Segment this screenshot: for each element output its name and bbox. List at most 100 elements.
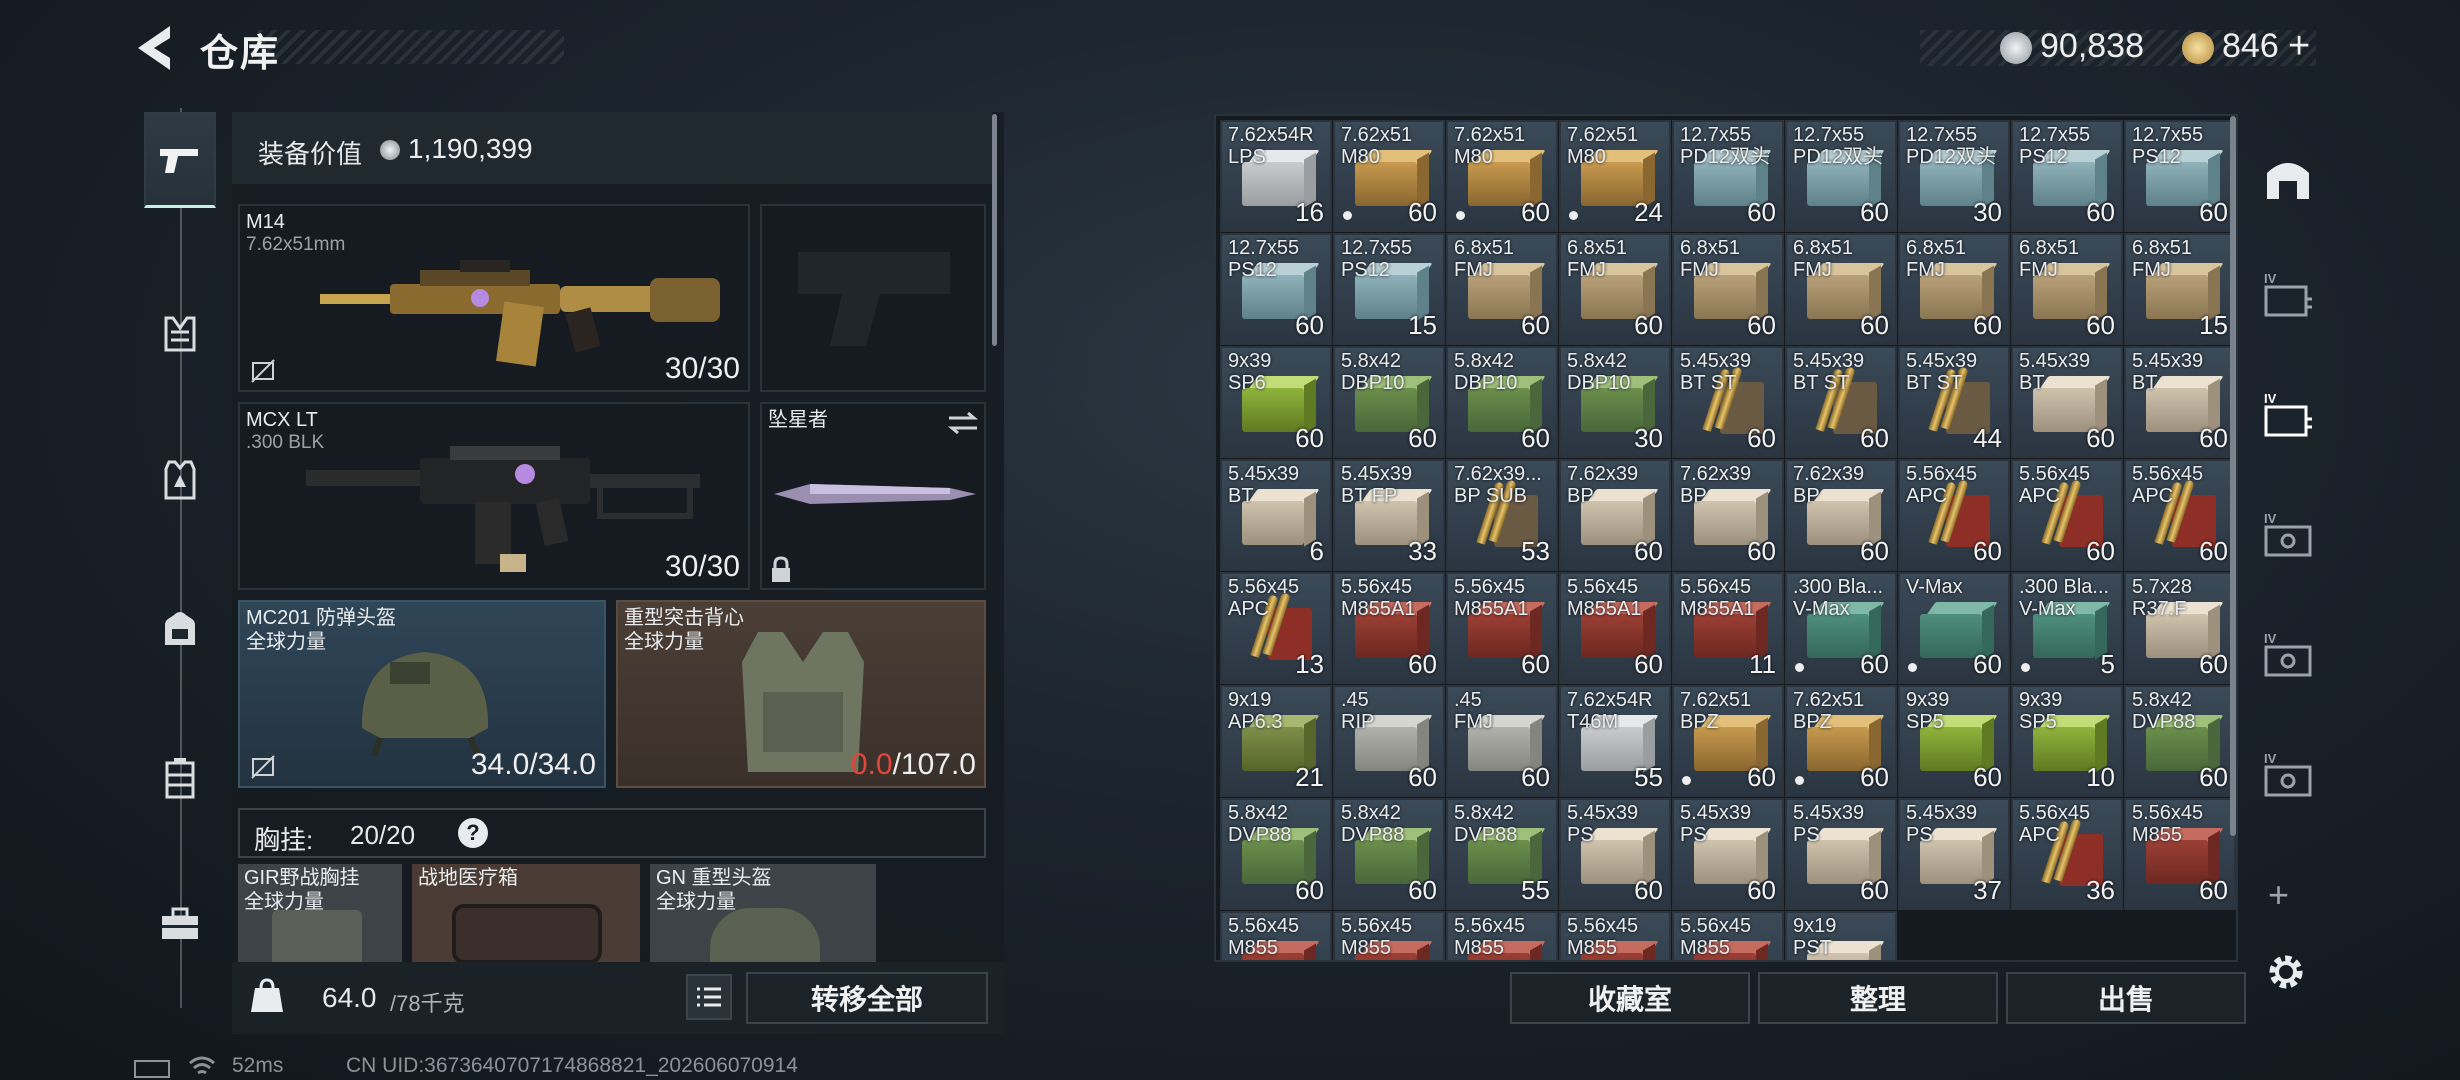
stash-item[interactable]: 5.45x39 BT 60 bbox=[2011, 346, 2123, 458]
stash-item[interactable]: 5.56x45 APC 60 bbox=[1898, 459, 2010, 571]
stash-item[interactable]: 5.56x45 M855 bbox=[1220, 911, 1332, 960]
secondary-weapon-slot[interactable]: MCX LT .300 BLK 30/30 bbox=[238, 402, 750, 590]
stash-item[interactable]: 5.56x45 M855 bbox=[1446, 911, 1558, 960]
stash-item[interactable]: 5.45x39 PS 60 bbox=[1559, 798, 1671, 910]
stash-item[interactable]: 7.62x51 BPZ 60 bbox=[1785, 685, 1897, 797]
stash-item[interactable]: 5.7x28 R37.F 60 bbox=[2124, 572, 2236, 684]
stash-item[interactable]: 7.62x39 BP 60 bbox=[1559, 459, 1671, 571]
stash-item[interactable]: 5.8x42 DVP88 60 bbox=[2124, 685, 2236, 797]
stash-item[interactable]: 5.56x45 M855 bbox=[1559, 911, 1671, 960]
stash-item[interactable]: .45 RIP 60 bbox=[1333, 685, 1445, 797]
back-button[interactable] bbox=[130, 22, 176, 74]
swap-icon[interactable] bbox=[946, 410, 980, 436]
stash-item[interactable]: 6.8x51 FMJ 60 bbox=[1785, 233, 1897, 345]
stash-item[interactable]: 5.45x39 BT ST 60 bbox=[1672, 346, 1784, 458]
safe-tab[interactable]: IV bbox=[2262, 508, 2314, 560]
stash-item[interactable]: 5.56x45 M855 60 bbox=[2124, 798, 2236, 910]
loadout-scrollbar[interactable] bbox=[992, 114, 997, 346]
stash-item[interactable]: .45 FMJ 60 bbox=[1446, 685, 1558, 797]
stash-item[interactable]: 9x19 PST bbox=[1785, 911, 1897, 960]
stash-item[interactable]: 6.8x51 FMJ 60 bbox=[1559, 233, 1671, 345]
stash-item[interactable]: 12.7x55 PS12 15 bbox=[1333, 233, 1445, 345]
nav-weapons[interactable] bbox=[144, 112, 216, 208]
stash-item[interactable]: 12.7x55 PD12双头 60 bbox=[1785, 120, 1897, 232]
organize-button[interactable]: 整理 bbox=[1758, 972, 1998, 1024]
stash-item[interactable]: 5.8x42 DVP88 60 bbox=[1333, 798, 1445, 910]
stash-item[interactable]: V-Max 60 bbox=[1898, 572, 2010, 684]
stash-item[interactable]: 12.7x55 PS12 60 bbox=[2011, 120, 2123, 232]
rig-item[interactable]: GN 重型头盔 全球力量 bbox=[650, 864, 876, 962]
stash-item[interactable]: 7.62x51 M80 60 bbox=[1446, 120, 1558, 232]
case-tab-active[interactable]: IV bbox=[2262, 388, 2314, 440]
stash-item[interactable]: 9x39 SP5 60 bbox=[1898, 685, 2010, 797]
safe-tab[interactable]: IV bbox=[2262, 628, 2314, 680]
stash-item[interactable]: 7.62x51 M80 24 bbox=[1559, 120, 1671, 232]
primary-weapon-slot[interactable]: M14 7.62x51mm 30/30 bbox=[238, 204, 750, 392]
stash-item[interactable]: 7.62x54R LPS 16 bbox=[1220, 120, 1332, 232]
stash-item[interactable]: 5.56x45 APC 36 bbox=[2011, 798, 2123, 910]
stash-item[interactable]: 7.62x51 BPZ 60 bbox=[1672, 685, 1784, 797]
stash-item[interactable]: 6.8x51 FMJ 60 bbox=[1898, 233, 2010, 345]
nav-armor[interactable] bbox=[144, 432, 216, 528]
stash-item[interactable]: 9x39 SP6 60 bbox=[1220, 346, 1332, 458]
stash-item[interactable]: 5.8x42 DVP88 55 bbox=[1446, 798, 1558, 910]
stash-item[interactable]: 6.8x51 FMJ 15 bbox=[2124, 233, 2236, 345]
stash-item[interactable]: 6.8x51 FMJ 60 bbox=[1672, 233, 1784, 345]
stash-item[interactable]: 5.45x39 BT FP 33 bbox=[1333, 459, 1445, 571]
stash-item[interactable]: 5.56x45 M855A1 11 bbox=[1672, 572, 1784, 684]
melee-slot[interactable]: 坠星者 bbox=[760, 402, 986, 590]
rig-item[interactable]: 战地医疗箱 bbox=[412, 864, 640, 962]
stash-item[interactable]: 5.8x42 DBP10 60 bbox=[1446, 346, 1558, 458]
add-container-button[interactable]: + bbox=[2268, 874, 2289, 916]
add-gold-button[interactable]: + bbox=[2288, 25, 2310, 68]
stash-item[interactable]: 12.7x55 PS12 60 bbox=[1220, 233, 1332, 345]
stash-item[interactable]: 5.45x39 BT 60 bbox=[2124, 346, 2236, 458]
stash-scrollbar[interactable] bbox=[2230, 116, 2236, 836]
stash-home-tab[interactable] bbox=[2262, 152, 2314, 204]
rig-item[interactable]: GIR野战胸挂 全球力量 bbox=[238, 864, 402, 962]
nav-toolbox[interactable] bbox=[144, 876, 216, 972]
stash-item[interactable]: 6.8x51 FMJ 60 bbox=[1446, 233, 1558, 345]
stash-item[interactable]: 5.45x39 PS 60 bbox=[1785, 798, 1897, 910]
stash-item[interactable]: 5.56x45 APC 60 bbox=[2124, 459, 2236, 571]
case-tab[interactable]: IV bbox=[2262, 268, 2314, 320]
stash-item[interactable]: 5.8x42 DVP88 60 bbox=[1220, 798, 1332, 910]
stash-item[interactable]: 12.7x55 PD12双头 60 bbox=[1672, 120, 1784, 232]
settings-button[interactable] bbox=[2264, 950, 2308, 999]
stash-item[interactable]: 5.56x45 M855 bbox=[1672, 911, 1784, 960]
stash-item[interactable]: 5.56x45 M855A1 60 bbox=[1333, 572, 1445, 684]
sell-button[interactable]: 出售 bbox=[2006, 972, 2246, 1024]
nav-backpack[interactable] bbox=[144, 580, 216, 676]
stash-item[interactable]: 5.56x45 APC 60 bbox=[2011, 459, 2123, 571]
transfer-all-button[interactable]: 转移全部 bbox=[746, 972, 988, 1024]
safe-tab[interactable]: IV bbox=[2262, 748, 2314, 800]
stash-item[interactable]: 7.62x54R T46M 55 bbox=[1559, 685, 1671, 797]
stash-item[interactable]: 5.8x42 DBP10 60 bbox=[1333, 346, 1445, 458]
stash-item[interactable]: 7.62x39 BP 60 bbox=[1672, 459, 1784, 571]
stash-item[interactable]: .300 Bla... V-Max 60 bbox=[1785, 572, 1897, 684]
list-view-button[interactable] bbox=[686, 974, 732, 1020]
stash-item[interactable]: 5.8x42 DBP10 30 bbox=[1559, 346, 1671, 458]
stash-item[interactable]: 7.62x51 M80 60 bbox=[1333, 120, 1445, 232]
stash-item[interactable]: 7.62x39 BP 60 bbox=[1785, 459, 1897, 571]
vest-slot[interactable]: 重型突击背心 全球力量 0.0/107.0 bbox=[616, 600, 986, 788]
stash-item[interactable]: 5.56x45 M855A1 60 bbox=[1446, 572, 1558, 684]
stash-item[interactable]: 6.8x51 FMJ 60 bbox=[2011, 233, 2123, 345]
stash-item[interactable]: 9x39 SP5 10 bbox=[2011, 685, 2123, 797]
stash-item[interactable]: 7.62x39... BP SUB 53 bbox=[1446, 459, 1558, 571]
help-icon[interactable]: ? bbox=[458, 818, 488, 848]
stash-item[interactable]: 5.56x45 M855A1 60 bbox=[1559, 572, 1671, 684]
stash-item[interactable]: 5.45x39 BT 6 bbox=[1220, 459, 1332, 571]
stash-item[interactable]: .300 Bla... V-Max 5 bbox=[2011, 572, 2123, 684]
nav-chest-rig[interactable] bbox=[144, 286, 216, 382]
stash-item[interactable]: 5.45x39 BT ST 60 bbox=[1785, 346, 1897, 458]
stash-item[interactable]: 12.7x55 PD12双头 30 bbox=[1898, 120, 2010, 232]
nav-container[interactable] bbox=[144, 730, 216, 826]
stash-item[interactable]: 5.45x39 PS 37 bbox=[1898, 798, 2010, 910]
stash-item[interactable]: 12.7x55 PS12 60 bbox=[2124, 120, 2236, 232]
pistol-slot[interactable] bbox=[760, 204, 986, 392]
stash-item[interactable]: 5.45x39 PS 60 bbox=[1672, 798, 1784, 910]
helmet-slot[interactable]: MC201 防弹头盔 全球力量 34.0/34.0 bbox=[238, 600, 606, 788]
stash-item[interactable]: 5.45x39 BT ST 44 bbox=[1898, 346, 2010, 458]
stash-item[interactable]: 9x19 AP6.3 21 bbox=[1220, 685, 1332, 797]
